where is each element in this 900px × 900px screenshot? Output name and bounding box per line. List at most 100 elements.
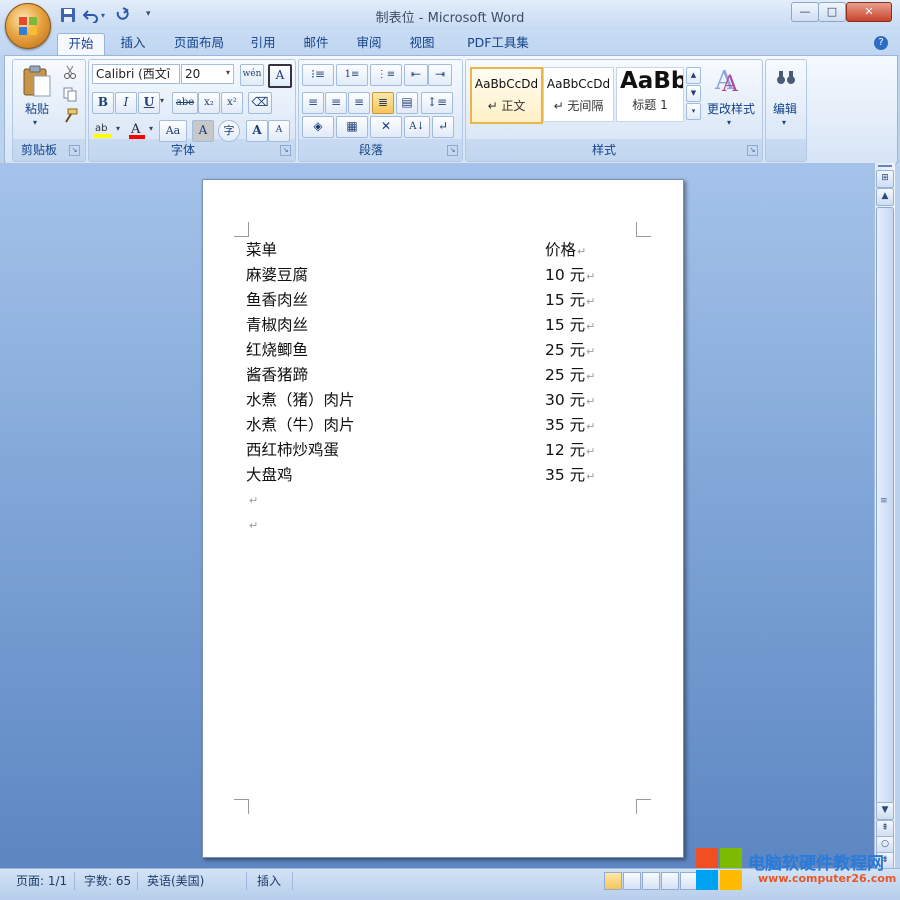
font-name-combo[interactable]: Calibri (西文ī bbox=[92, 64, 180, 84]
tab-review[interactable]: 审阅 bbox=[351, 33, 387, 55]
menu-item-price: 30 元↵ bbox=[545, 388, 595, 412]
sort-icon[interactable]: A↓ bbox=[404, 116, 430, 138]
multilevel-list-icon[interactable]: ⋮≡ bbox=[370, 64, 402, 86]
align-left-icon[interactable]: ≡ bbox=[302, 92, 324, 114]
scroll-down-icon[interactable]: ▼ bbox=[876, 802, 894, 820]
paste-button[interactable]: 粘贴 bbox=[22, 100, 52, 117]
style-normal[interactable]: AaBbCcDd ↵ 正文 bbox=[470, 67, 543, 124]
shading-icon[interactable]: ◈ bbox=[302, 116, 334, 138]
clipboard-launcher-icon[interactable]: ↘ bbox=[69, 145, 80, 156]
minimize-button[interactable]: — bbox=[791, 2, 819, 22]
save-icon[interactable] bbox=[60, 7, 76, 23]
status-language[interactable]: 英语(美国) bbox=[147, 872, 204, 890]
font-launcher-icon[interactable]: ↘ bbox=[280, 145, 291, 156]
numbering-icon[interactable]: 1≡ bbox=[336, 64, 368, 86]
redo-icon[interactable] bbox=[114, 7, 130, 23]
binoculars-icon[interactable] bbox=[776, 68, 796, 88]
borders-icon[interactable]: ▦ bbox=[336, 116, 368, 138]
undo-icon[interactable] bbox=[82, 7, 99, 24]
office-button[interactable] bbox=[5, 3, 51, 49]
tab-home[interactable]: 开始 bbox=[57, 33, 105, 56]
empty-paragraph-mark: ↵ bbox=[249, 519, 259, 532]
menu-item-name: 大盘鸡 bbox=[246, 466, 293, 484]
style-no-spacing[interactable]: AaBbCcDd ↵ 无间隔 bbox=[543, 67, 614, 122]
help-icon[interactable]: ? bbox=[874, 36, 888, 50]
menu-item-name: 酱香猪蹄 bbox=[246, 366, 309, 384]
font-color-dropdown-icon[interactable]: ▾ bbox=[149, 124, 153, 133]
highlight-dropdown-icon[interactable]: ▾ bbox=[116, 124, 120, 133]
increase-indent-icon[interactable]: ⇥ bbox=[428, 64, 452, 86]
status-word-count[interactable]: 字数: 65 bbox=[84, 872, 131, 890]
char-shading-button[interactable]: A bbox=[192, 120, 214, 142]
line-spacing-icon[interactable]: ↕≡ bbox=[421, 92, 453, 114]
font-size-dropdown-icon[interactable]: ▾ bbox=[226, 68, 230, 77]
outline-view-icon[interactable] bbox=[661, 872, 679, 890]
shrink-font-button[interactable]: A bbox=[268, 120, 290, 142]
align-right-icon[interactable]: ≡ bbox=[348, 92, 370, 114]
chinese-layout-icon[interactable]: ✕ bbox=[370, 116, 402, 138]
tab-references[interactable]: 引用 bbox=[245, 33, 281, 55]
customize-qat-icon[interactable]: ▾ bbox=[146, 9, 151, 19]
styles-launcher-icon[interactable]: ↘ bbox=[747, 145, 758, 156]
print-layout-view-icon[interactable] bbox=[604, 872, 622, 890]
undo-dropdown-icon[interactable]: ▾ bbox=[101, 11, 105, 20]
paste-dropdown-icon[interactable]: ▾ bbox=[33, 118, 37, 127]
change-case-button[interactable]: Aa bbox=[159, 120, 187, 142]
paragraph-mark: ↵ bbox=[586, 395, 596, 408]
tab-insert[interactable]: 插入 bbox=[113, 33, 153, 55]
show-marks-icon[interactable]: ↵ bbox=[432, 116, 454, 138]
web-layout-icon[interactable] bbox=[642, 872, 660, 890]
style-normal-sample: AaBbCcDd bbox=[474, 77, 539, 91]
styles-more-icon[interactable]: ▾ bbox=[686, 103, 701, 120]
paragraph-launcher-icon[interactable]: ↘ bbox=[447, 145, 458, 156]
phonetic-guide-button[interactable]: wén bbox=[240, 64, 264, 86]
char-border-button[interactable]: A bbox=[268, 64, 292, 88]
underline-button[interactable]: U bbox=[138, 92, 160, 114]
strikethrough-button[interactable]: abe bbox=[172, 92, 198, 114]
change-styles-button[interactable]: 更改样式 bbox=[704, 100, 758, 117]
highlight-color-icon[interactable]: ab bbox=[92, 120, 114, 140]
subscript-button[interactable]: x₂ bbox=[198, 92, 220, 114]
change-styles-dropdown-icon[interactable]: ▾ bbox=[727, 118, 731, 127]
margin-corner-top-left bbox=[234, 222, 249, 237]
font-color-icon[interactable]: A bbox=[127, 120, 147, 140]
tab-pdf-tools[interactable]: PDF工具集 bbox=[458, 33, 538, 55]
justify-icon[interactable]: ≣ bbox=[372, 92, 394, 114]
maximize-button[interactable]: □ bbox=[818, 2, 846, 22]
styles-scroll-up-icon[interactable]: ▲ bbox=[686, 67, 701, 84]
price-value: 35 元 bbox=[545, 466, 586, 484]
editing-button[interactable]: 编辑 bbox=[768, 100, 802, 117]
tab-mailings[interactable]: 邮件 bbox=[298, 33, 334, 55]
distributed-icon[interactable]: ▤ bbox=[396, 92, 418, 114]
scroll-up-icon[interactable]: ▲ bbox=[876, 188, 894, 206]
close-button[interactable]: ✕ bbox=[846, 2, 892, 22]
style-heading-1[interactable]: AaBb 标题 1 bbox=[616, 67, 684, 122]
bullets-icon[interactable]: ⁝≡ bbox=[302, 64, 334, 86]
copy-icon[interactable] bbox=[62, 86, 78, 102]
align-center-icon[interactable]: ≡ bbox=[325, 92, 347, 114]
full-screen-reading-icon[interactable] bbox=[623, 872, 641, 890]
format-painter-icon[interactable] bbox=[62, 108, 78, 124]
tab-page-layout[interactable]: 页面布局 bbox=[167, 33, 231, 55]
change-styles-icon[interactable]: AA bbox=[713, 64, 747, 97]
margin-corner-top-right bbox=[636, 222, 651, 237]
italic-button[interactable]: I bbox=[115, 92, 137, 114]
clear-formatting-icon[interactable]: ⌫ bbox=[248, 92, 272, 114]
underline-dropdown-icon[interactable]: ▾ bbox=[160, 96, 164, 105]
cut-icon[interactable] bbox=[62, 64, 78, 80]
editing-dropdown-icon[interactable]: ▾ bbox=[782, 118, 786, 127]
status-page[interactable]: 页面: 1/1 bbox=[16, 872, 67, 890]
tab-view[interactable]: 视图 bbox=[404, 33, 440, 55]
superscript-button[interactable]: x² bbox=[221, 92, 243, 114]
price-value: 25 元 bbox=[545, 366, 586, 384]
paragraph-mark: ↵ bbox=[586, 370, 596, 383]
status-insert-mode[interactable]: 插入 bbox=[257, 872, 281, 890]
ruler-toggle-icon[interactable]: ⊞ bbox=[876, 170, 894, 188]
bold-button[interactable]: B bbox=[92, 92, 114, 114]
grow-font-button[interactable]: A bbox=[246, 120, 268, 142]
styles-scroll-down-icon[interactable]: ▼ bbox=[686, 85, 701, 102]
menu-item-price: 15 元↵ bbox=[545, 313, 595, 337]
paste-icon[interactable] bbox=[20, 64, 54, 98]
enclose-characters-button[interactable]: 字 bbox=[218, 120, 240, 142]
decrease-indent-icon[interactable]: ⇤ bbox=[404, 64, 428, 86]
